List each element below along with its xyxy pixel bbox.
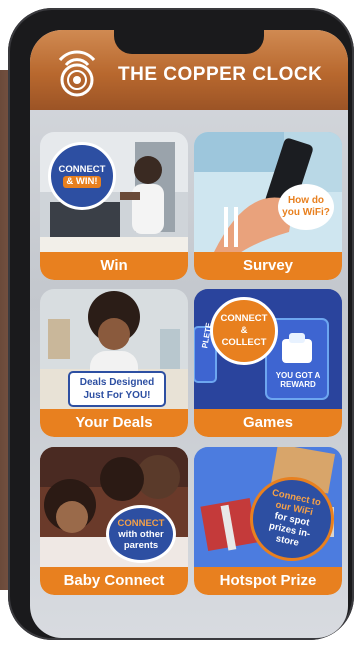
tile-label: Win: [40, 252, 188, 280]
tile-win[interactable]: CONNECT & WIN! Win: [40, 132, 188, 280]
tile-label: Your Deals: [40, 409, 188, 437]
tile-your-deals[interactable]: Deals Designed Just For YOU! Your Deals: [40, 289, 188, 437]
connect-win-badge: CONNECT & WIN!: [48, 142, 116, 210]
badge-line-2: & WIN!: [63, 176, 101, 188]
brand-title: THE COPPER CLOCK: [118, 64, 323, 85]
tile-survey[interactable]: How do you WiFi? Survey: [194, 132, 342, 280]
connect-collect-badge: CONNECT & COLLECT: [210, 297, 278, 365]
deals-designed-badge: Deals Designed Just For YOU!: [68, 371, 166, 407]
copper-clock-wifi-logo-icon: [58, 50, 96, 97]
badge-line-2: &: [240, 325, 248, 336]
badge-line-3: parents: [123, 539, 159, 551]
how-do-you-wifi-badge: How do you WiFi?: [278, 184, 334, 230]
badge-line-1: CONNECT: [220, 313, 268, 324]
screen-text-reward: YOU GOT A REWARD: [275, 371, 321, 389]
badge-line-2: you WiFi?: [282, 207, 330, 218]
badge-line-1: Deals Designed: [79, 377, 155, 388]
app-screen: THE COPPER CLOCK CONNECT & WIN! Win How …: [30, 30, 348, 638]
badge-line-3: COLLECT: [221, 337, 267, 348]
badge-line-1: CONNECT: [117, 517, 165, 529]
tile-baby-connect[interactable]: CONNECT with other parents Baby Connect: [40, 447, 188, 595]
tile-games[interactable]: YOU GOT A REWARD PLETE CONNECT & COLLECT…: [194, 289, 342, 437]
connect-parents-badge: CONNECT with other parents: [106, 505, 176, 563]
tile-hotspot-prize[interactable]: Connect to our WiFi for spot prizes in- …: [194, 447, 342, 595]
badge-line-1: CONNECT: [58, 164, 106, 175]
badge-line-1: How do: [287, 195, 325, 206]
phone-frame: THE COPPER CLOCK CONNECT & WIN! Win How …: [8, 8, 354, 640]
badge-line-2: Just For YOU!: [83, 390, 151, 401]
phone-notch: [114, 30, 264, 54]
tile-label: Baby Connect: [40, 567, 188, 595]
badge-line-2: with other: [118, 528, 164, 540]
tile-label: Games: [194, 409, 342, 437]
tile-label: Hotspot Prize: [194, 567, 342, 595]
tile-label: Survey: [194, 252, 342, 280]
